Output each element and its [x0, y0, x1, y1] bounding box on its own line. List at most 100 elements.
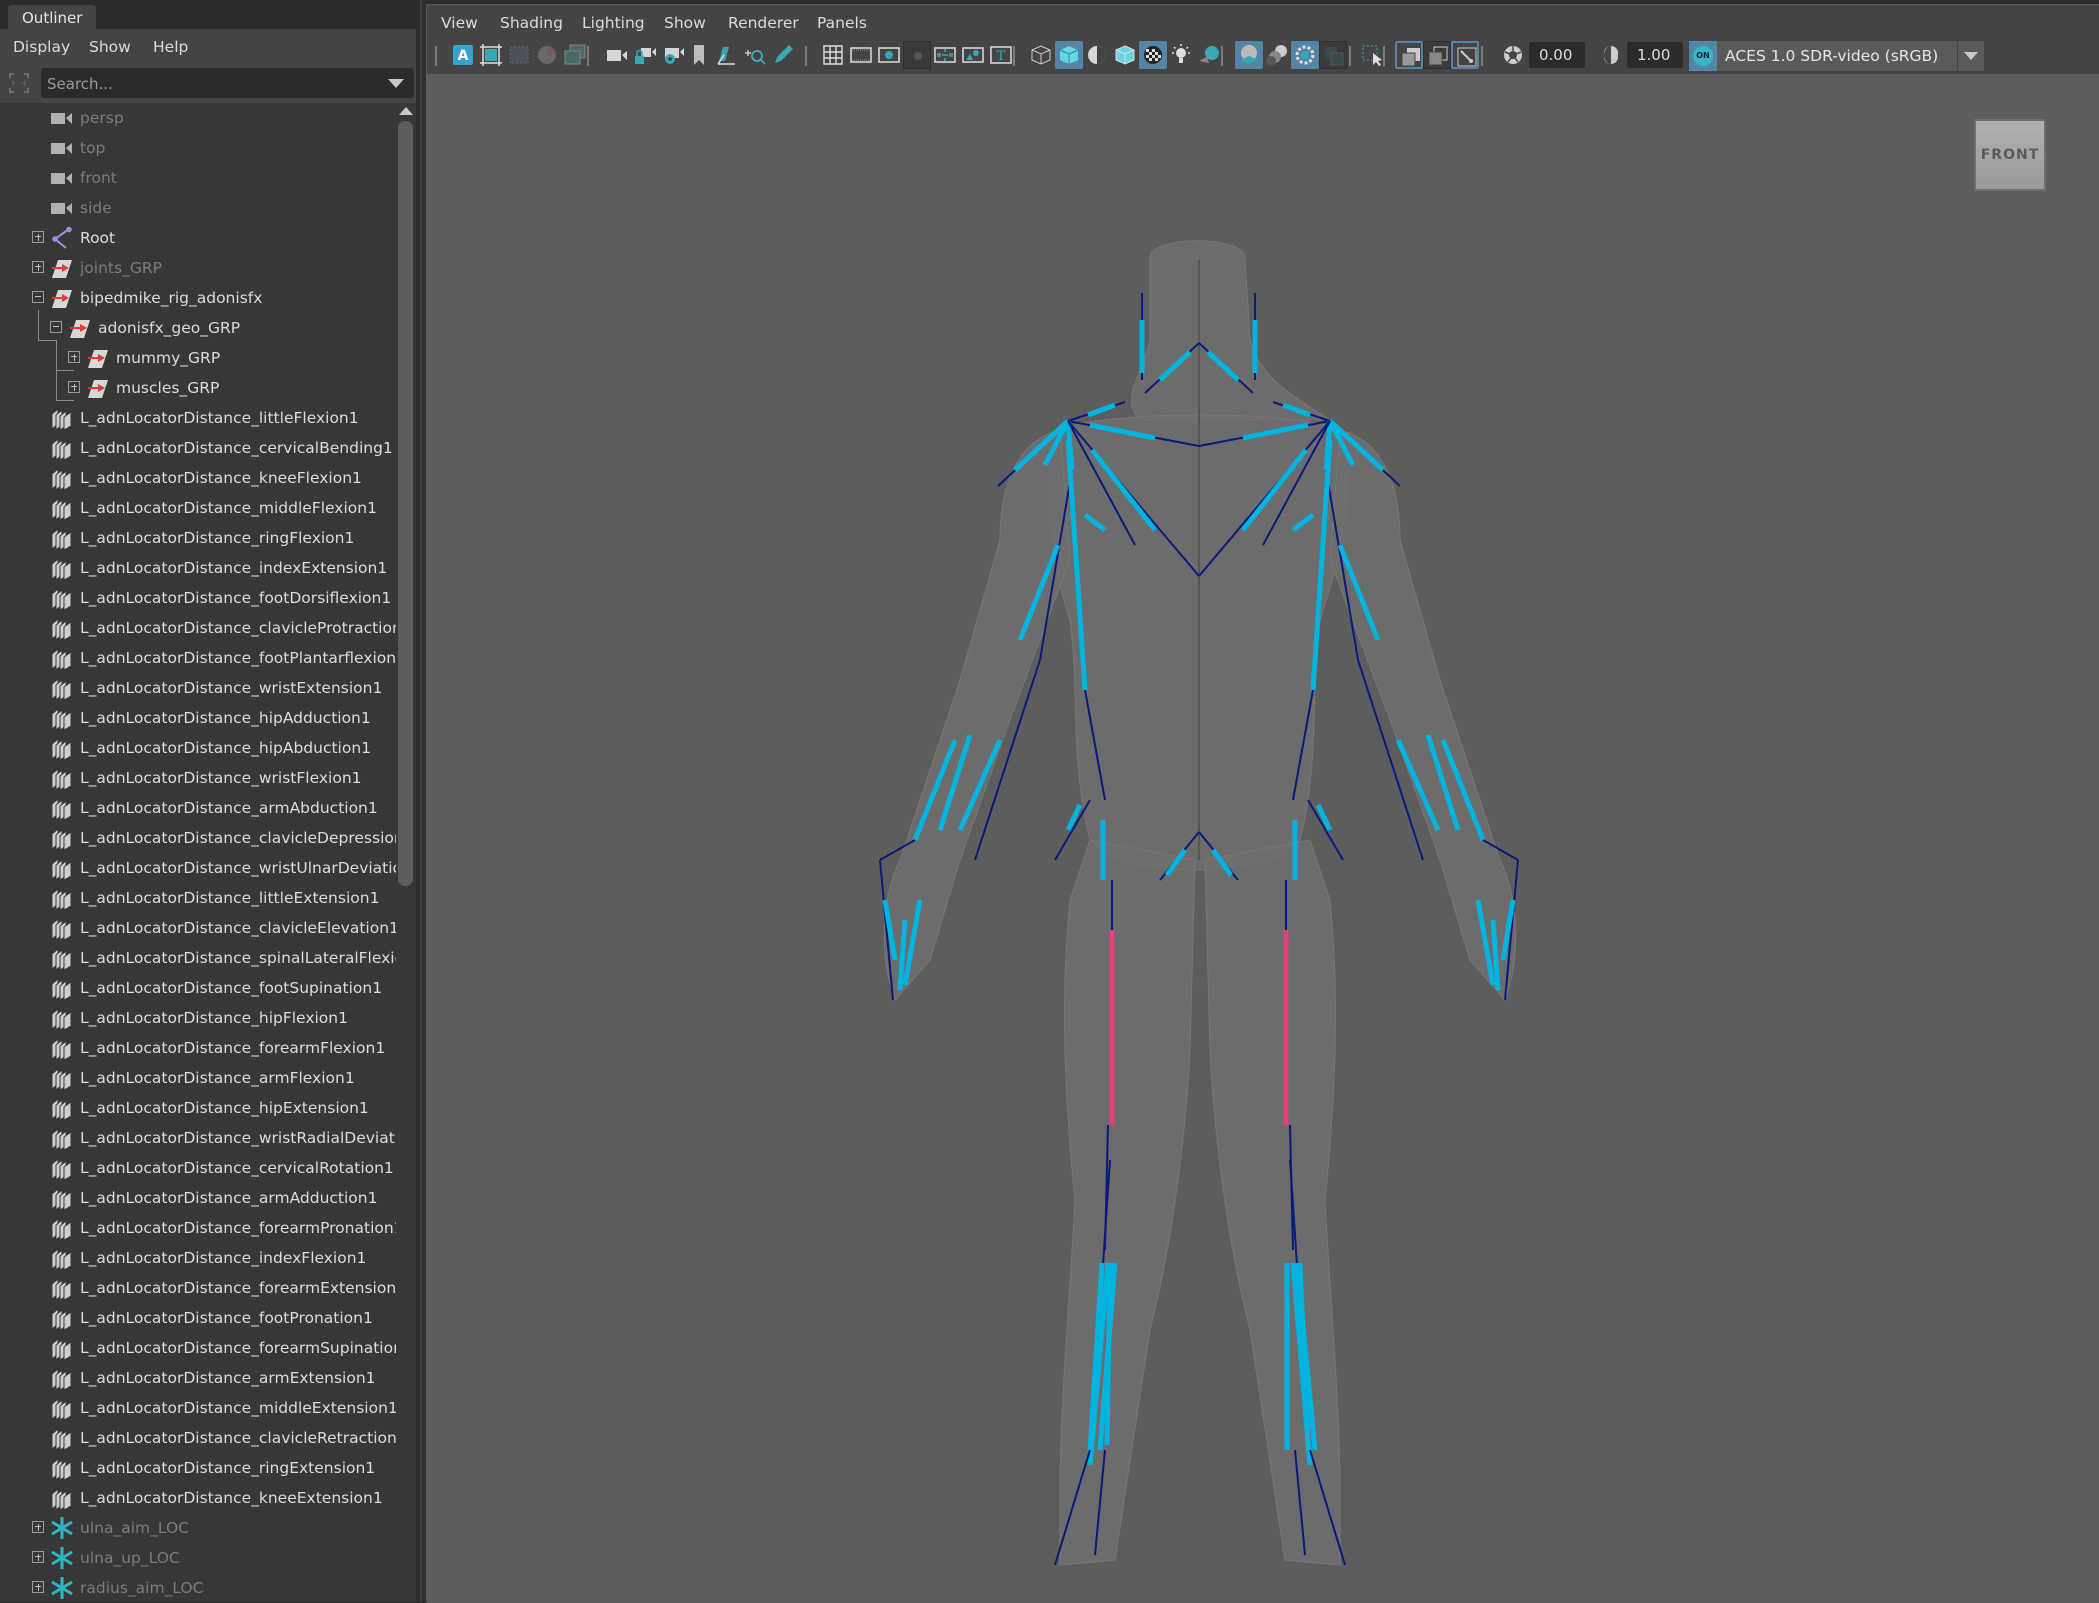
exposure-button[interactable] — [1499, 41, 1527, 69]
outliner-item[interactable]: L_adnLocatorDistance_kneeExtension1 — [0, 1483, 396, 1513]
outliner-item[interactable]: L_adnLocatorDistance_middleExtension11 — [0, 1393, 396, 1423]
wireframe-on-shaded-button[interactable] — [1111, 41, 1139, 69]
outliner-item[interactable]: front — [0, 163, 396, 193]
menu-view[interactable]: View — [441, 5, 478, 41]
film-gate-button[interactable] — [847, 41, 875, 69]
outliner-item[interactable]: L_adnLocatorDistance_spinalLateralFlexio… — [0, 943, 396, 973]
expand-icon[interactable] — [32, 1521, 44, 1533]
default-material-button[interactable] — [1083, 41, 1111, 69]
wireframe-button[interactable] — [1027, 41, 1055, 69]
exposure-field[interactable]: 0.00 — [1529, 42, 1585, 68]
outliner-item[interactable]: L_adnLocatorDistance_clavicleProtraction… — [0, 613, 396, 643]
outliner-item[interactable]: L_adnLocatorDistance_wristUlnarDeviation… — [0, 853, 396, 883]
gate-mask-button[interactable] — [903, 41, 931, 69]
textured-button[interactable] — [1139, 41, 1167, 69]
outliner-item[interactable]: side — [0, 193, 396, 223]
menu-show[interactable]: Show — [89, 29, 131, 65]
scroll-up-arrow[interactable] — [399, 107, 413, 115]
outliner-item[interactable]: bipedmike_rig_adonisfx — [0, 283, 396, 313]
menu-show[interactable]: Show — [664, 5, 706, 41]
camera-button[interactable] — [603, 41, 631, 69]
outliner-item[interactable]: L_adnLocatorDistance_wristExtension1 — [0, 673, 396, 703]
outliner-item[interactable]: radius_aim_LOC — [0, 1573, 396, 1602]
search-input[interactable] — [45, 68, 379, 100]
smooth-shade-button[interactable] — [1055, 41, 1083, 69]
bookmarks-button[interactable] — [561, 41, 589, 69]
scrollbar-thumb[interactable] — [398, 121, 413, 886]
use-all-lights-button[interactable] — [1167, 41, 1195, 69]
outliner-item[interactable]: L_adnLocatorDistance_armAdduction1 — [0, 1183, 396, 1213]
grid-button[interactable] — [819, 41, 847, 69]
outliner-item[interactable]: L_adnLocatorDistance_hipAbduction1 — [0, 733, 396, 763]
outliner-item[interactable]: Root — [0, 223, 396, 253]
outliner-item[interactable]: L_adnLocatorDistance_cervicalBending1 — [0, 433, 396, 463]
lock-camera-button[interactable] — [631, 41, 659, 69]
outliner-item[interactable]: L_adnLocatorDistance_indexExtension1 — [0, 553, 396, 583]
outliner-item[interactable]: L_adnLocatorDistance_forearmSupination1 — [0, 1333, 396, 1363]
outliner-item[interactable]: L_adnLocatorDistance_ringExtension1 — [0, 1453, 396, 1483]
3d-viewport[interactable]: FRONT — [427, 74, 2099, 1603]
color-management-toggle[interactable]: ON — [1689, 41, 1717, 71]
menu-display[interactable]: Display — [13, 29, 70, 65]
menu-panels[interactable]: Panels — [817, 5, 867, 41]
outliner-item[interactable]: L_adnLocatorDistance_footDorsiflexion1 — [0, 583, 396, 613]
outliner-item[interactable]: L_adnLocatorDistance_hipFlexion1 — [0, 1003, 396, 1033]
outliner-item[interactable]: L_adnLocatorDistance_clavicleRetraction1 — [0, 1423, 396, 1453]
outliner-item[interactable]: L_adnLocatorDistance_indexFlexion1 — [0, 1243, 396, 1273]
xray-active-components-button[interactable] — [1423, 41, 1451, 69]
outliner-item[interactable]: L_adnLocatorDistance_ringFlexion1 — [0, 523, 396, 553]
outliner-item[interactable]: L_adnLocatorDistance_middleFlexion1 — [0, 493, 396, 523]
autodesk-a-button[interactable]: A — [449, 41, 477, 69]
menu-shading[interactable]: Shading — [500, 5, 563, 41]
image-plane-button[interactable] — [533, 41, 561, 69]
anti-aliasing-button[interactable] — [1291, 41, 1319, 69]
outliner-item[interactable]: L_adnLocatorDistance_armAbduction1 — [0, 793, 396, 823]
expand-icon[interactable] — [68, 381, 80, 393]
outliner-item[interactable]: L_adnLocatorDistance_wristFlexion1 — [0, 763, 396, 793]
safe-action-button[interactable] — [959, 41, 987, 69]
outliner-item[interactable]: L_adnLocatorDistance_clavicleDepression1 — [0, 823, 396, 853]
collapse-icon[interactable] — [32, 291, 44, 303]
color-space-select[interactable]: ACES 1.0 SDR-video (sRGB) — [1717, 41, 1957, 71]
outliner-item[interactable]: top — [0, 133, 396, 163]
gamma-button[interactable] — [1597, 41, 1625, 69]
outliner-scrollbar[interactable] — [396, 103, 416, 1602]
camera-settings-button[interactable] — [659, 41, 687, 69]
color-space-dropdown-arrow[interactable] — [1957, 41, 1984, 71]
outliner-item[interactable]: joints_GRP — [0, 253, 396, 283]
pencil-button[interactable] — [769, 41, 797, 69]
outliner-item[interactable]: L_adnLocatorDistance_littleExtension1 — [0, 883, 396, 913]
select-camera-button[interactable] — [477, 41, 505, 69]
menu-help[interactable]: Help — [153, 29, 188, 65]
filter-icon[interactable] — [8, 72, 30, 94]
outliner-item[interactable]: ulna_up_LOC — [0, 1543, 396, 1573]
expand-icon[interactable] — [32, 261, 44, 273]
xray-joints-button[interactable] — [1451, 41, 1479, 69]
search-options-dropdown[interactable] — [388, 79, 404, 88]
collapse-icon[interactable] — [50, 321, 62, 333]
shadows-button[interactable] — [1195, 41, 1223, 69]
xray-button[interactable] — [1395, 41, 1423, 69]
outliner-item[interactable]: L_adnLocatorDistance_cervicalRotation1 — [0, 1153, 396, 1183]
outliner-item[interactable]: L_adnLocatorDistance_kneeFlexion1 — [0, 463, 396, 493]
outliner-item[interactable]: mummy_GRP — [0, 343, 396, 373]
gamma-field[interactable]: 1.00 — [1627, 42, 1683, 68]
outliner-item[interactable]: L_adnLocatorDistance_forearmExtension1 — [0, 1273, 396, 1303]
expand-icon[interactable] — [32, 1581, 44, 1593]
screen-space-ao-button[interactable] — [1235, 41, 1263, 69]
outliner-item[interactable]: L_adnLocatorDistance_footPronation1 — [0, 1303, 396, 1333]
outliner-item[interactable]: L_adnLocatorDistance_wristRadialDeviatio… — [0, 1123, 396, 1153]
outliner-item[interactable]: L_adnLocatorDistance_armFlexion1 — [0, 1063, 396, 1093]
expand-icon[interactable] — [32, 1551, 44, 1563]
outliner-item[interactable]: adonisfx_geo_GRP — [0, 313, 396, 343]
field-chart-button[interactable] — [931, 41, 959, 69]
outliner-item[interactable]: L_adnLocatorDistance_armExtension1 — [0, 1363, 396, 1393]
grease-pencil-button[interactable] — [741, 41, 769, 69]
outliner-item[interactable]: L_adnLocatorDistance_footSupination1 — [0, 973, 396, 1003]
outliner-item[interactable]: L_adnLocatorDistance_clavicleElevation1 — [0, 913, 396, 943]
2d-pan-zoom-button[interactable] — [713, 41, 741, 69]
expand-icon[interactable] — [32, 231, 44, 243]
expand-icon[interactable] — [68, 351, 80, 363]
outliner-item[interactable]: L_adnLocatorDistance_littleFlexion1 — [0, 403, 396, 433]
outliner-item[interactable]: L_adnLocatorDistance_footPlantarflexion1 — [0, 643, 396, 673]
